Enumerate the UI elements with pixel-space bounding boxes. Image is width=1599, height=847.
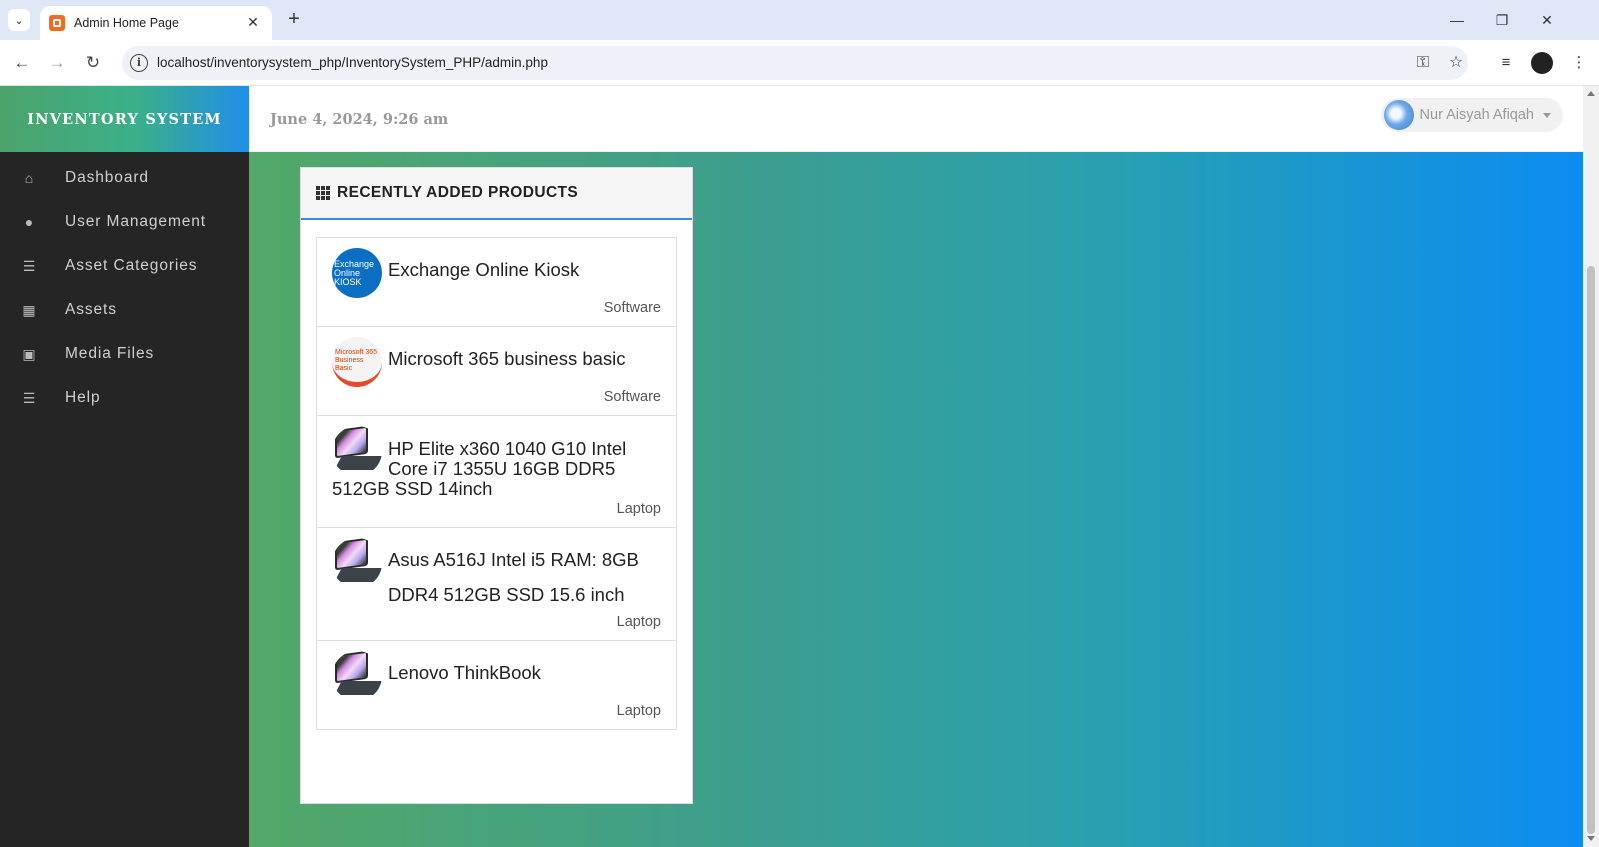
sidebar-item-assets[interactable]: ▦ Assets	[0, 288, 249, 332]
product-category: Software	[603, 389, 661, 405]
product-thumbnail: Microsoft 365 Business Basic	[332, 337, 382, 387]
caret-down-icon	[1543, 112, 1551, 118]
sidebar-item-dashboard[interactable]: ⌂ Dashboard	[0, 156, 249, 200]
browser-tab[interactable]: Admin Home Page ✕	[40, 6, 272, 40]
laptop-thumbnail	[332, 651, 382, 701]
avatar	[1383, 100, 1414, 130]
product-thumbnail: Exchange Online KIOSK	[332, 248, 382, 298]
brand-title: INVENTORY SYSTEM	[27, 110, 222, 128]
sidebar-item-label: Dashboard	[65, 169, 149, 186]
list-item[interactable]: Asus A516J Intel i5 RAM: 8GB DDR4 512GB …	[317, 528, 676, 641]
recent-products-panel: RECENTLY ADDED PRODUCTS Exchange Online …	[300, 167, 693, 804]
profile-button[interactable]	[1530, 51, 1554, 75]
sidebar-item-help[interactable]: ☰ Help	[0, 376, 249, 420]
page-scrollbar[interactable]	[1583, 86, 1599, 847]
browser-toolbar: ← → ↻ i localhost/inventorysystem_php/In…	[0, 40, 1599, 86]
tab-title: Admin Home Page	[74, 16, 179, 30]
password-key-icon[interactable]: ⚿	[1412, 52, 1434, 74]
close-window-button[interactable]: ✕	[1532, 8, 1562, 32]
reload-button[interactable]: ↻	[81, 51, 105, 75]
address-bar[interactable]: i localhost/inventorysystem_php/Inventor…	[122, 46, 1468, 80]
sidebar-item-label: User Management	[65, 213, 207, 230]
new-tab-button[interactable]: +	[282, 7, 306, 31]
indent-icon: ☰	[22, 389, 36, 406]
back-button[interactable]: ←	[10, 51, 34, 75]
user-name: Nur Aisyah Afiqah	[1419, 107, 1534, 123]
main-content: RECENTLY ADDED PRODUCTS Exchange Online …	[249, 152, 1583, 847]
xampp-favicon-icon	[49, 15, 65, 31]
sidebar-item-label: Help	[65, 389, 101, 406]
url-text[interactable]: localhost/inventorysystem_php/InventoryS…	[157, 55, 548, 70]
current-datetime: June 4, 2024, 9:26 am	[270, 111, 449, 128]
list-item[interactable]: Exchange Online KIOSK Exchange Online Ki…	[317, 238, 676, 327]
browser-tab-bar: ⌄ Admin Home Page ✕ + — ❐ ✕	[0, 0, 1599, 40]
panel-heading: RECENTLY ADDED PRODUCTS	[301, 168, 692, 220]
tab-search-button[interactable]: ⌄	[8, 9, 30, 31]
user-menu-button[interactable]: Nur Aisyah Afiqah	[1380, 98, 1563, 132]
laptop-thumbnail	[332, 426, 382, 476]
sidebar-item-user-management[interactable]: ● User Management	[0, 200, 249, 244]
grid-icon: ▦	[22, 301, 36, 318]
media-controls-icon[interactable]: ≡	[1494, 51, 1518, 75]
product-category: Software	[603, 300, 661, 316]
scroll-down-arrow-icon[interactable]	[1587, 836, 1595, 841]
bookmark-star-icon[interactable]: ☆	[1445, 52, 1467, 74]
home-icon: ⌂	[24, 170, 34, 186]
panel-title: RECENTLY ADDED PRODUCTS	[337, 184, 579, 201]
sidebar-item-label: Asset Categories	[65, 257, 198, 274]
product-category: Laptop	[616, 501, 661, 517]
list-item[interactable]: HP Elite x360 1040 G10 Intel Core i7 135…	[317, 416, 676, 528]
sidebar-item-asset-categories[interactable]: ☰ Asset Categories	[0, 244, 249, 288]
close-tab-icon[interactable]: ✕	[244, 13, 262, 31]
sidebar: INVENTORY SYSTEM ⌂ Dashboard ● User Mana…	[0, 86, 249, 847]
browser-menu-icon[interactable]: ⋮	[1567, 51, 1591, 75]
product-name[interactable]: Asus A516J Intel i5 RAM: 8GB DDR4 512GB …	[332, 538, 661, 612]
minimize-button[interactable]: —	[1442, 8, 1472, 32]
user-icon: ●	[24, 214, 34, 230]
picture-icon: ▣	[22, 345, 36, 362]
scrollbar-thumb[interactable]	[1587, 266, 1595, 834]
product-name[interactable]: HP Elite x360 1040 G10 Intel Core i7 135…	[332, 426, 661, 499]
profile-avatar-icon	[1531, 52, 1553, 74]
sidebar-item-label: Assets	[65, 301, 117, 318]
th-grid-icon	[316, 186, 330, 200]
laptop-thumbnail	[332, 538, 382, 588]
product-category: Laptop	[616, 703, 661, 719]
list-item[interactable]: Lenovo ThinkBook Laptop	[317, 641, 676, 729]
product-list: Exchange Online KIOSK Exchange Online Ki…	[316, 237, 677, 730]
sidebar-item-media-files[interactable]: ▣ Media Files	[0, 332, 249, 376]
forward-button[interactable]: →	[45, 51, 69, 75]
sidebar-item-label: Media Files	[65, 345, 155, 362]
restore-button[interactable]: ❐	[1487, 8, 1517, 32]
site-info-icon[interactable]: i	[130, 54, 148, 72]
product-category: Laptop	[616, 614, 661, 630]
indent-icon: ☰	[22, 257, 36, 274]
list-item[interactable]: Microsoft 365 Business Basic Microsoft 3…	[317, 327, 676, 416]
page-header: June 4, 2024, 9:26 am Nur Aisyah Afiqah	[249, 86, 1583, 152]
brand-header: INVENTORY SYSTEM	[0, 86, 249, 152]
scroll-up-arrow-icon[interactable]	[1587, 91, 1595, 96]
